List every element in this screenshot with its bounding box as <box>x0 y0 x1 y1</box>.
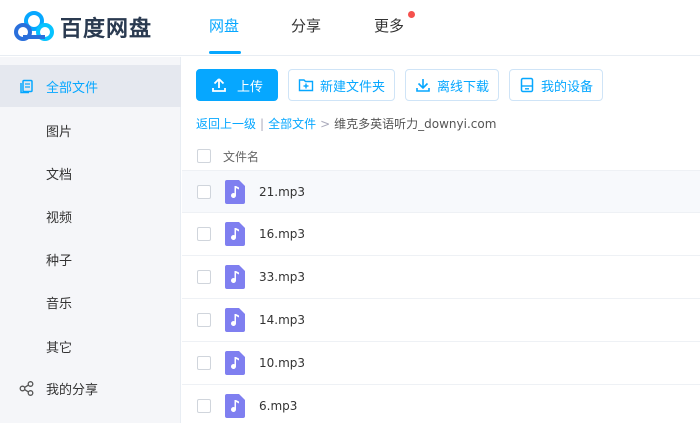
music-file-icon <box>225 351 245 375</box>
new-folder-button-label: 新建文件夹 <box>319 79 385 95</box>
music-file-icon <box>225 222 245 246</box>
sidebar-item-label: 音乐 <box>46 296 73 312</box>
sidebar-item-label: 全部文件 <box>46 80 99 96</box>
nav-tab-netdisk[interactable]: 网盘 <box>209 14 239 38</box>
breadcrumb-current: 维克多英语听力_downyi.com <box>334 117 497 131</box>
notification-badge <box>408 11 415 18</box>
main-content: 上传 新建文件夹 离线下载 我的设备 返回上一级 | 全部文件 > 维克多英语听… <box>182 57 700 423</box>
device-icon <box>519 77 535 93</box>
row-checkbox[interactable] <box>197 313 211 327</box>
new-folder-icon <box>298 77 314 93</box>
row-checkbox[interactable] <box>197 399 211 413</box>
breadcrumb-divider: | <box>260 117 265 131</box>
upload-button-label: 上传 <box>236 79 263 95</box>
my-devices-button-label: 我的设备 <box>540 79 593 95</box>
upload-icon <box>211 77 227 93</box>
upload-button[interactable]: 上传 <box>196 69 278 101</box>
column-header-filename[interactable]: 文件名 <box>223 148 259 165</box>
download-icon <box>415 77 431 93</box>
music-file-icon <box>225 179 245 204</box>
file-row[interactable]: 6.mp3 <box>182 385 700 423</box>
file-name[interactable]: 21.mp3 <box>259 185 305 199</box>
breadcrumb-root-link[interactable]: 全部文件 <box>268 117 316 131</box>
baidu-cloud-logo-icon <box>14 11 54 43</box>
sidebar-item-label: 文档 <box>46 167 73 183</box>
sidebar-item-label: 图片 <box>46 124 73 140</box>
file-name[interactable]: 14.mp3 <box>259 313 305 327</box>
nav-tab-more[interactable]: 更多 <box>374 14 404 38</box>
offline-download-button[interactable]: 离线下载 <box>405 69 499 101</box>
toolbar: 上传 新建文件夹 离线下载 我的设备 <box>196 69 613 103</box>
select-all-checkbox[interactable] <box>197 149 211 163</box>
my-devices-button[interactable]: 我的设备 <box>509 69 603 101</box>
nav-tab-share[interactable]: 分享 <box>291 14 321 38</box>
breadcrumb-chevron-icon: > <box>320 117 331 131</box>
music-file-icon <box>225 394 245 418</box>
breadcrumb: 返回上一级 | 全部文件 > 维克多英语听力_downyi.com <box>196 115 496 133</box>
sidebar-item-torrents[interactable]: 种子 <box>0 238 181 280</box>
file-list-header: 文件名 <box>196 143 700 169</box>
nav-active-indicator <box>209 51 241 54</box>
top-header: 百度网盘 网盘 分享 更多 <box>0 0 700 56</box>
sidebar-item-others[interactable]: 其它 <box>0 325 181 367</box>
new-folder-button[interactable]: 新建文件夹 <box>288 69 395 101</box>
row-checkbox[interactable] <box>197 184 211 199</box>
sidebar-item-all-files[interactable]: 全部文件 <box>0 65 181 107</box>
offline-download-button-label: 离线下载 <box>436 79 489 95</box>
row-checkbox[interactable] <box>197 270 211 284</box>
sidebar-item-music[interactable]: 音乐 <box>0 281 181 323</box>
share-icon <box>18 380 34 396</box>
row-checkbox[interactable] <box>197 227 211 241</box>
music-file-icon <box>225 265 245 289</box>
file-row[interactable]: 33.mp3 <box>182 256 700 299</box>
sidebar-item-label: 我的分享 <box>46 382 99 398</box>
file-row[interactable]: 16.mp3 <box>182 213 700 256</box>
sidebar: 全部文件 图片 文档 视频 种子 音乐 其它 我的分享 <box>0 57 181 423</box>
sidebar-item-documents[interactable]: 文档 <box>0 152 181 194</box>
file-row[interactable]: 21.mp3 <box>182 170 700 213</box>
sidebar-item-label: 其它 <box>46 340 73 356</box>
sidebar-item-label: 种子 <box>46 253 73 269</box>
file-name[interactable]: 16.mp3 <box>259 227 305 241</box>
file-name[interactable]: 10.mp3 <box>259 356 305 370</box>
sidebar-item-my-share[interactable]: 我的分享 <box>0 367 181 409</box>
music-file-icon <box>225 308 245 332</box>
file-name[interactable]: 6.mp3 <box>259 399 297 413</box>
brand-logo[interactable]: 百度网盘 <box>14 9 152 45</box>
breadcrumb-back-link[interactable]: 返回上一级 <box>196 117 256 131</box>
row-checkbox[interactable] <box>197 356 211 370</box>
file-row[interactable]: 14.mp3 <box>182 299 700 342</box>
sidebar-item-videos[interactable]: 视频 <box>0 195 181 237</box>
files-icon <box>18 78 34 94</box>
file-name[interactable]: 33.mp3 <box>259 270 305 284</box>
brand-name: 百度网盘 <box>60 17 153 42</box>
file-row[interactable]: 10.mp3 <box>182 342 700 385</box>
sidebar-item-label: 视频 <box>46 210 73 226</box>
sidebar-item-images[interactable]: 图片 <box>0 109 181 151</box>
